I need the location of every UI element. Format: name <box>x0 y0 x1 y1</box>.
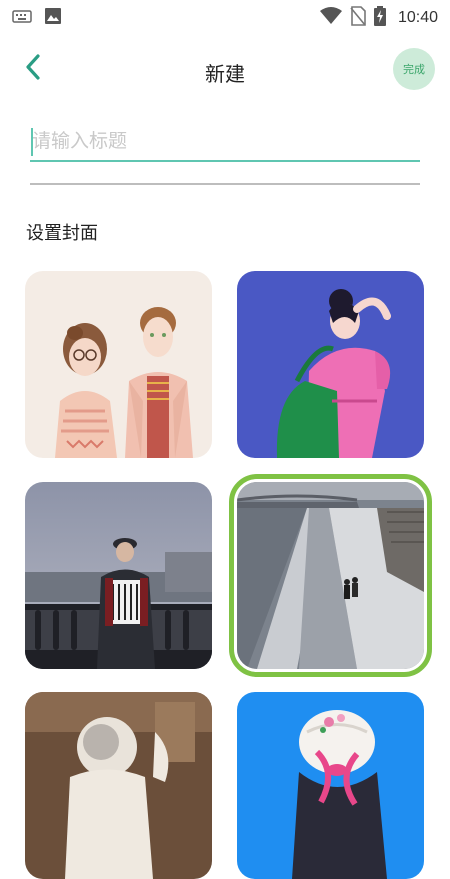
cover-illustration-pink-shirt-woman[interactable] <box>237 271 424 458</box>
cover-photo-riverside-walk[interactable] <box>229 474 432 677</box>
cover-photo-astronaut[interactable] <box>25 692 212 879</box>
cover-photo-accordion-player[interactable] <box>25 482 212 669</box>
cover-illustration-hat-girl[interactable] <box>237 692 424 879</box>
cover-grid <box>0 0 450 879</box>
cover-illustration-couple[interactable] <box>25 271 212 458</box>
